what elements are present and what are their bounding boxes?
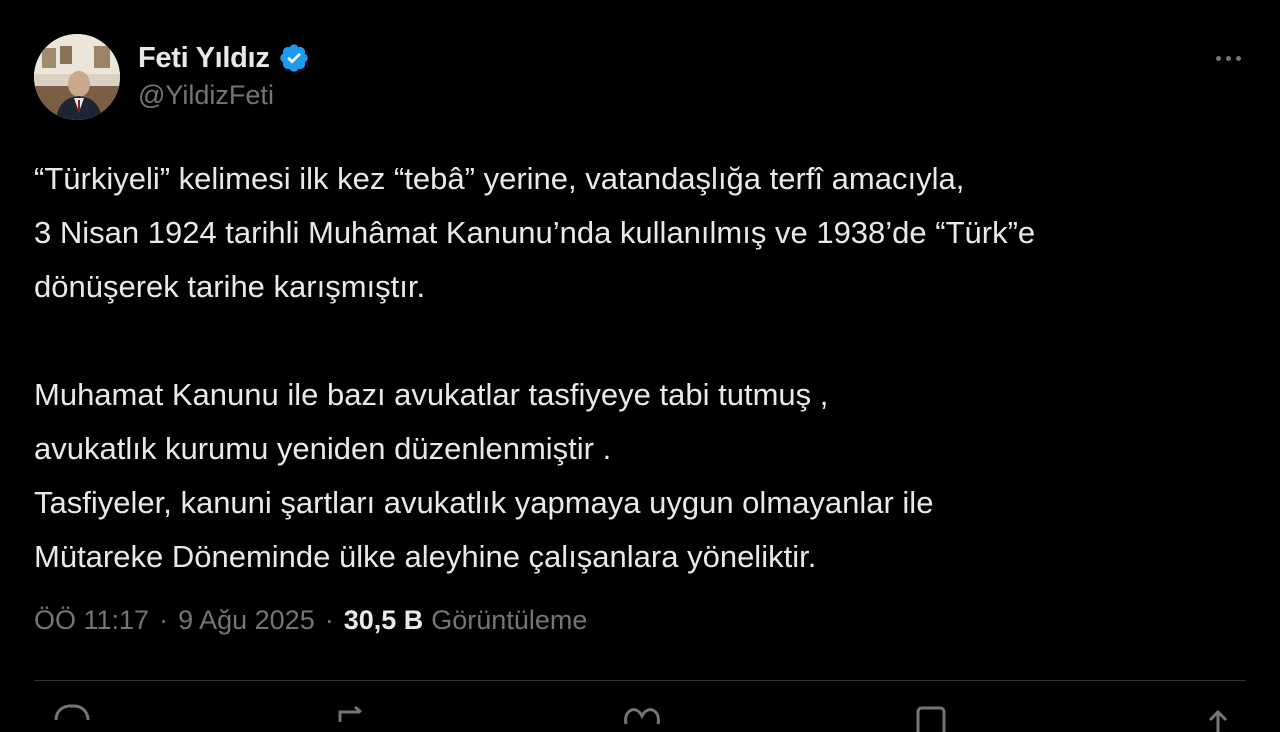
tweet-text-line: dönüşerek tarihe karışmıştır. (34, 269, 426, 304)
reply-icon[interactable] (48, 702, 92, 732)
tweet-text-line: Tasfiyeler, kanuni şartları avukatlık ya… (34, 485, 934, 520)
meta-separator: · (159, 604, 169, 635)
tweet-text: “Türkiyeli” kelimesi ilk kez “tebâ” yeri… (34, 152, 1264, 584)
tweet-text-line: avukatlık kurumu yeniden düzenlenmiştir … (34, 431, 612, 466)
verified-badge-icon (278, 42, 310, 74)
avatar[interactable] (34, 34, 120, 120)
divider (34, 680, 1246, 681)
meta-separator: · (324, 604, 334, 635)
views-count[interactable]: 30,5 B (344, 605, 424, 636)
author-display-name[interactable]: Feti Yıldız (138, 42, 270, 75)
avatar-image (34, 34, 120, 120)
more-horizontal-icon[interactable] (1208, 44, 1248, 72)
tweet-time[interactable]: ÖÖ 11:17 (34, 605, 149, 636)
tweet-text-line: 3 Nisan 1924 tarihli Muhâmat Kanunu’nda … (34, 215, 1036, 250)
tweet-text-line: Mütareke Döneminde ülke aleyhine çalışan… (34, 539, 817, 574)
like-icon[interactable] (620, 702, 664, 732)
bookmark-icon[interactable] (910, 702, 954, 732)
author-handle[interactable]: @YildizFeti (138, 80, 274, 111)
tweet-text-line: “Türkiyeli” kelimesi ilk kez “tebâ” yeri… (34, 161, 965, 196)
author-name-row: Feti Yıldız (138, 38, 310, 78)
tweet-meta: ÖÖ 11:17 · 9 Ağu 2025 · 30,5 B Görüntüle… (34, 598, 587, 642)
share-icon[interactable] (1196, 702, 1240, 732)
tweet-date[interactable]: 9 Ağu 2025 (178, 605, 315, 636)
retweet-icon[interactable] (330, 702, 374, 732)
views-label: Görüntüleme (431, 604, 588, 635)
tweet-text-line: Muhamat Kanunu ile bazı avukatlar tasfiy… (34, 377, 829, 412)
tweet-card: Feti Yıldız @YildizFeti “Türkiyeli” keli… (0, 0, 1280, 732)
